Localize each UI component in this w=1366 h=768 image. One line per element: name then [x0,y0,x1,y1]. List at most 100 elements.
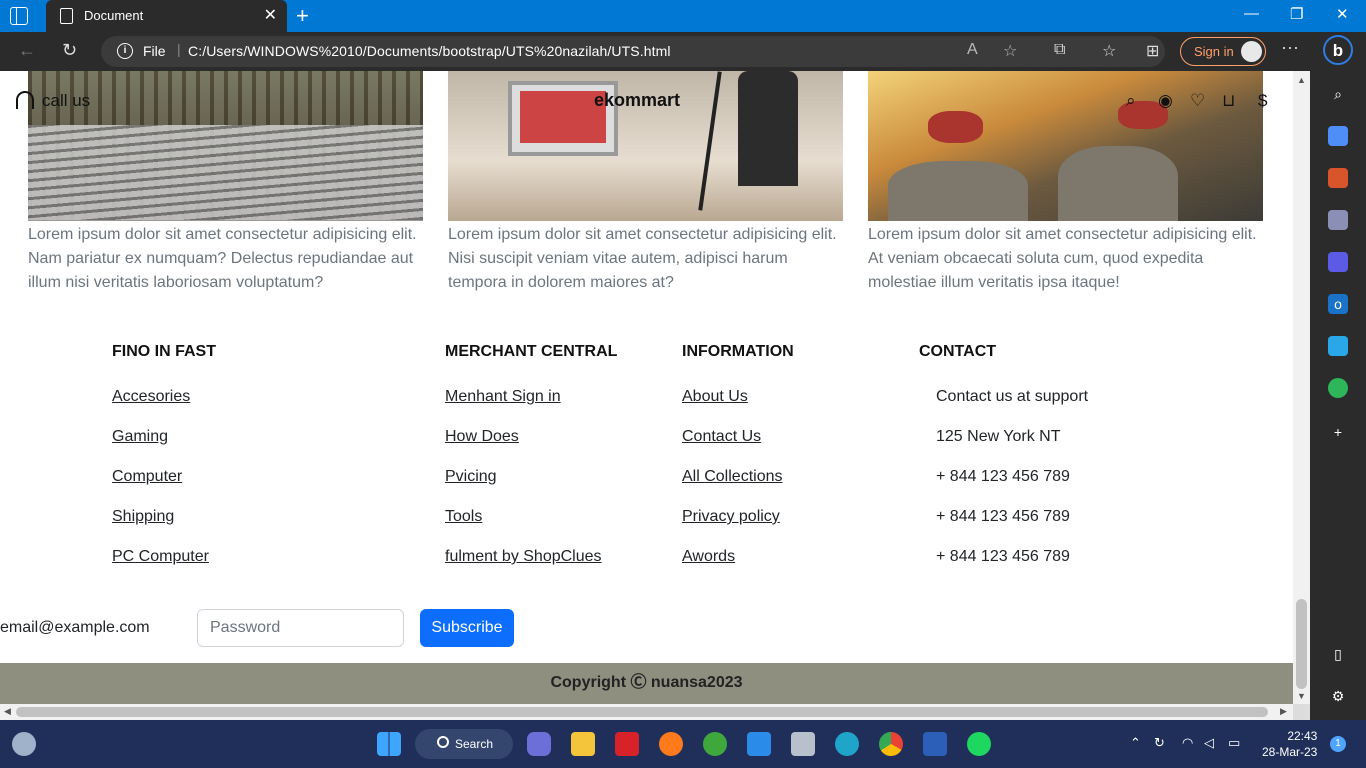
footer-heading: MERCHANT CENTRAL [445,343,618,360]
settings-icon[interactable]: ⚙ [1328,686,1348,706]
info-icon[interactable]: i [117,43,133,59]
microsoft-365-icon[interactable] [1328,252,1348,272]
footer-link[interactable]: Menhant Sign in [445,388,561,406]
games-icon[interactable] [1328,210,1348,230]
heart-icon[interactable]: ♡ [1190,91,1205,111]
bing-icon[interactable]: b [1323,35,1353,65]
horizontal-scroll-thumb[interactable] [16,707,1268,717]
footer-link[interactable]: About Us [682,388,748,406]
footer-heading: CONTACT [919,343,997,360]
avatar-icon [1241,41,1262,62]
refresh-icon[interactable]: ↻ [62,40,77,61]
footer-link[interactable]: Tools [445,508,482,526]
headset-icon [16,91,34,109]
user-icon[interactable]: ◉ [1158,91,1173,111]
new-tab-icon[interactable]: + [296,3,309,29]
footer-link[interactable]: fulment by ShopClues [445,548,602,566]
footer-link[interactable]: Contact Us [682,428,761,446]
vertical-scrollbar[interactable]: ▲ ▼ [1293,71,1310,704]
password-input[interactable] [197,609,404,647]
add-favorite-icon[interactable]: ☆ [1003,41,1017,61]
add-icon[interactable]: + [1328,422,1348,442]
taskbar-search[interactable]: Search [415,729,513,759]
search-icon[interactable]: ⌕ [1328,84,1348,104]
footer-link[interactable]: All Collections [682,468,782,486]
page-viewport: call us ekommart ⌕ ◉ ♡ ⊔ $ Lorem ipsum d… [0,71,1293,704]
footer-link[interactable]: How Does [445,428,519,446]
clock[interactable]: 22:43 28-Mar-23 [1262,728,1317,760]
shopping-icon[interactable] [1328,126,1348,146]
extensions-icon[interactable]: ⧉ [1054,41,1065,59]
windows-start-icon[interactable] [377,732,401,756]
word-icon[interactable] [923,732,947,756]
horizontal-scrollbar[interactable]: ◀ ▶ [0,704,1293,720]
windows-taskbar: Search ⌃ ↻ ◠ ◁ ▭ 22:43 28-Mar-23 1 [0,720,1366,768]
scrollbar-corner [1293,704,1310,720]
browser-tab[interactable]: Document ✕ [46,0,287,32]
contact-line: 125 New York NT [936,428,1061,445]
battery-icon[interactable]: ▭ [1228,735,1240,751]
restore-icon[interactable]: ❐ [1290,5,1303,23]
chevron-up-icon[interactable]: ⌃ [1130,735,1141,751]
collections-icon[interactable]: ⊞ [1146,41,1159,61]
footer-link[interactable]: Gaming [112,428,168,446]
scroll-left-icon[interactable]: ◀ [4,706,11,717]
contact-line: + 844 123 456 789 [936,548,1070,565]
edge-icon[interactable] [835,732,859,756]
search-icon [437,736,449,748]
scroll-up-icon[interactable]: ▲ [1297,75,1306,85]
camera-icon[interactable] [791,732,815,756]
tab-title: Document [84,8,144,23]
call-us-link[interactable]: call us [42,91,90,111]
notification-badge[interactable]: 1 [1330,736,1346,752]
favorites-icon[interactable]: ☆ [1102,41,1116,61]
card-description: Lorem ipsum dolor sit amet consectetur a… [28,226,417,291]
back-icon[interactable]: ← [18,40,36,61]
email-label: email@example.com [0,619,150,636]
search-icon[interactable]: ⌕ [1126,91,1136,111]
weather-icon[interactable] [12,732,36,756]
more-options-icon[interactable]: ··· [1281,37,1299,58]
edge-sidebar: b ⌕ o + ▯ ⚙ [1310,32,1366,720]
basket-icon[interactable]: ⊔ [1222,91,1235,111]
spotify-icon[interactable] [967,732,991,756]
tab-actions-icon[interactable] [10,7,28,25]
footer-link[interactable]: Accesories [112,388,190,406]
sign-in-button[interactable]: Sign in [1180,37,1266,66]
minimize-icon[interactable]: — [1244,5,1259,22]
scroll-down-icon[interactable]: ▼ [1297,691,1306,701]
footer-link[interactable]: Pvicing [445,468,497,486]
url-separator: | [177,41,181,57]
footer-link[interactable]: PC Computer [112,548,209,566]
firefox-icon[interactable] [659,732,683,756]
chat-icon[interactable] [527,732,551,756]
sync-icon[interactable]: ↻ [1154,735,1165,751]
close-window-icon[interactable]: ✕ [1336,5,1349,23]
sidebar-toggle-icon[interactable]: ▯ [1328,644,1348,664]
chrome-icon[interactable] [879,732,903,756]
tree-icon[interactable] [1328,378,1348,398]
vertical-scroll-thumb[interactable] [1296,599,1307,689]
footer-link[interactable]: Awords [682,548,735,566]
currency-label[interactable]: $ [1258,91,1267,111]
globe-app-icon[interactable] [703,732,727,756]
volume-icon[interactable]: ◁ [1204,735,1214,751]
outlook-icon[interactable]: o [1328,294,1348,314]
footer-link[interactable]: Shipping [112,508,174,526]
rock [1058,146,1178,221]
url-text[interactable]: C:/Users/WINDOWS%2010/Documents/bootstra… [188,43,671,59]
close-tab-icon[interactable]: ✕ [264,5,277,25]
wifi-icon[interactable]: ◠ [1182,735,1193,751]
footer-link[interactable]: Computer [112,468,182,486]
drop-icon[interactable] [1328,336,1348,356]
file-explorer-icon[interactable] [571,732,595,756]
brand-logo[interactable]: ekommart [594,90,680,111]
subscribe-button[interactable]: Subscribe [420,609,514,647]
address-bar[interactable]: i File | C:/Users/WINDOWS%2010/Documents… [101,36,1165,67]
vscode-icon[interactable] [747,732,771,756]
footer-link[interactable]: Privacy policy [682,508,780,526]
read-aloud-icon[interactable]: A [967,41,978,59]
scroll-right-icon[interactable]: ▶ [1280,706,1287,717]
tools-icon[interactable] [1328,168,1348,188]
app-icon[interactable] [615,732,639,756]
